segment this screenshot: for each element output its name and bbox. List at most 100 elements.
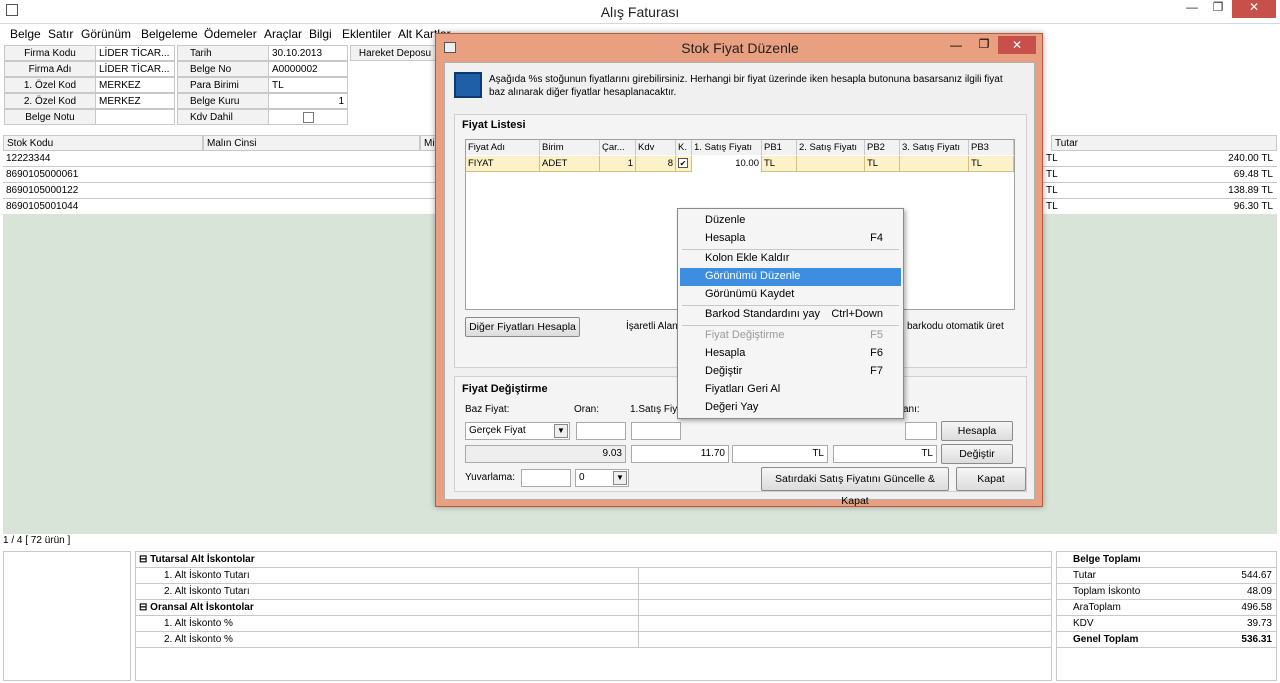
table-row[interactable]: 8690105000122	[3, 183, 440, 199]
col-k[interactable]: K.	[676, 140, 692, 155]
menu-item-degistir[interactable]: Değiştir F7	[680, 363, 901, 381]
menu-item-duzenle[interactable]: Düzenle	[680, 212, 901, 230]
check-icon[interactable]: ✔	[678, 158, 688, 168]
birim-cell[interactable]: ADET	[540, 156, 600, 172]
col-satis1[interactable]: 1. Satış Fiyatı	[692, 140, 762, 155]
satis-fiyati-input[interactable]	[631, 422, 681, 440]
close-button[interactable]: ✕	[1232, 0, 1276, 18]
table-row[interactable]: 8690105001044	[3, 199, 440, 215]
degistir-button[interactable]: Değiştir	[941, 444, 1013, 464]
price-row[interactable]: FIYAT ADET 1 8 ✔ 10.00 TL TL TL	[466, 156, 1014, 172]
menu-satir[interactable]: Satır	[48, 27, 73, 41]
dialog-maximize-button[interactable]: ❐	[972, 37, 996, 51]
col-malin-cinsi[interactable]: Malın Cinsi	[203, 135, 420, 151]
menu-separator	[682, 325, 899, 326]
col-pb1[interactable]: PB1	[762, 140, 797, 155]
collapse-icon[interactable]: ⊟	[139, 554, 150, 565]
table-row[interactable]: 8690105000061	[3, 167, 440, 183]
menu-gorunum[interactable]: Görünüm	[81, 27, 131, 41]
menu-item-fiyatlari-geri-al[interactable]: Fiyatları Geri Al	[680, 381, 901, 399]
oran-input[interactable]	[576, 422, 626, 440]
baz-fiyat-select[interactable]: Gerçek Fiyat ▼	[465, 422, 570, 440]
table-row[interactable]: TL 69.48 TL	[1043, 167, 1277, 183]
carpan-cell[interactable]: 1	[600, 156, 636, 172]
firma-adi-field[interactable]: LİDER TİCAR...	[95, 61, 175, 77]
menu-belgeleme[interactable]: Belgeleme	[141, 27, 198, 41]
menu-item-gorunumu-kaydet[interactable]: Görünümü Kaydet	[680, 286, 901, 304]
tl-field-1[interactable]: TL	[732, 445, 828, 463]
oransal-header[interactable]: ⊟ Oransal Alt İskontolar	[136, 600, 1051, 616]
fiyat-adi-cell[interactable]: FIYAT	[466, 156, 540, 172]
menu-item-hesapla-f6[interactable]: Hesapla F6	[680, 345, 901, 363]
hesapla-button[interactable]: Hesapla	[941, 421, 1013, 441]
pb3-cell[interactable]: TL	[969, 156, 1014, 172]
partial-value-field[interactable]: 11.70	[631, 445, 729, 463]
minimize-button[interactable]: —	[1180, 0, 1204, 18]
ani-input[interactable]	[905, 422, 937, 440]
pb1-cell[interactable]: TL	[762, 156, 797, 172]
satis3-cell[interactable]	[900, 156, 969, 172]
col-pb3[interactable]: PB3	[969, 140, 1014, 155]
firma-kodu-field[interactable]: LİDER TİCAR...	[95, 45, 175, 61]
maximize-button[interactable]: ❐	[1206, 0, 1230, 18]
satis2-cell[interactable]	[797, 156, 865, 172]
col-birim[interactable]: Birim	[540, 140, 600, 155]
kdv-cell[interactable]: 8	[636, 156, 676, 172]
menu-bilgi[interactable]: Bilgi	[309, 27, 332, 41]
kapat-button[interactable]: Kapat	[956, 467, 1026, 491]
tutarsal-header[interactable]: ⊟ Tutarsal Alt İskontolar	[136, 552, 1051, 568]
col-carpan[interactable]: Çar...	[600, 140, 636, 155]
belge-no-field[interactable]: A0000002	[268, 61, 348, 77]
firma-adi-label: Firma Adı	[4, 61, 96, 77]
menu-eklentiler[interactable]: Eklentiler	[342, 27, 391, 41]
list-item[interactable]: 1. Alt İskonto Tutarı	[136, 568, 1051, 584]
ozel-kod1-field[interactable]: MERKEZ	[95, 77, 175, 93]
menu-item-hesapla[interactable]: Hesapla F4	[680, 230, 901, 248]
ozel-kod2-field[interactable]: MERKEZ	[95, 93, 175, 109]
menu-item-kolon-ekle[interactable]: Kolon Ekle Kaldır	[680, 250, 901, 268]
col-tutar[interactable]: Tutar	[1051, 135, 1277, 151]
k-cell[interactable]: ✔	[676, 156, 692, 172]
col-kdv[interactable]: Kdv	[636, 140, 676, 155]
belge-kuru-field[interactable]: 1	[268, 93, 348, 109]
chevron-down-icon[interactable]: ▼	[554, 424, 568, 438]
table-row[interactable]: TL 138.89 TL	[1043, 183, 1277, 199]
diger-fiyatlari-hesapla-button[interactable]: Diğer Fiyatları Hesapla	[465, 317, 580, 337]
divider	[638, 568, 639, 648]
belge-notu-field[interactable]	[95, 109, 175, 125]
para-birimi-field[interactable]: TL	[268, 77, 348, 93]
yuvarlama-value: 0	[579, 472, 585, 483]
menu-item-gorunumu-duzenle[interactable]: Görünümü Düzenle	[680, 268, 901, 286]
pb2-cell[interactable]: TL	[865, 156, 900, 172]
dialog-minimize-button[interactable]: —	[944, 38, 968, 52]
guncelle-kapat-button[interactable]: Satırdaki Satış Fiyatını Güncelle & Kapa…	[761, 467, 949, 507]
col-satis3[interactable]: 3. Satış Fiyatı	[900, 140, 969, 155]
tarih-field[interactable]: 30.10.2013	[268, 45, 348, 61]
table-row[interactable]: TL 96.30 TL	[1043, 199, 1277, 215]
menu-item-barkod-yay[interactable]: Barkod Standardını yay Ctrl+Down	[680, 306, 901, 324]
col-stok-kodu[interactable]: Stok Kodu	[3, 135, 203, 151]
tutar-cell: 240.00 TL	[1228, 153, 1273, 164]
yuvarlama-select[interactable]: 0 ▼	[575, 469, 629, 487]
table-row[interactable]: 12223344	[3, 151, 440, 167]
dialog-close-button[interactable]: ✕	[998, 36, 1036, 54]
kdv-dahil-checkbox[interactable]	[303, 112, 314, 123]
satis1-cell[interactable]: 10.00	[692, 156, 762, 172]
yuvarlama-input[interactable]	[521, 469, 571, 487]
col-fiyat-adi[interactable]: Fiyat Adı	[466, 140, 540, 155]
collapse-icon[interactable]: ⊟	[139, 602, 150, 613]
list-item[interactable]: 2. Alt İskonto %	[136, 632, 1051, 648]
list-item[interactable]: 2. Alt İskonto Tutarı	[136, 584, 1051, 600]
menu-belge[interactable]: Belge	[10, 27, 41, 41]
para-birimi-label: Para Birimi	[177, 77, 269, 93]
col-pb2[interactable]: PB2	[865, 140, 900, 155]
menu-item-degeri-yay[interactable]: Değeri Yay	[680, 399, 901, 417]
menu-araclar[interactable]: Araçlar	[264, 27, 302, 41]
menu-item-shortcut: Ctrl+Down	[831, 308, 883, 320]
menu-odemeler[interactable]: Ödemeler	[204, 27, 257, 41]
chevron-down-icon[interactable]: ▼	[613, 471, 627, 485]
table-row[interactable]: TL 240.00 TL	[1043, 151, 1277, 167]
col-satis2[interactable]: 2. Satış Fiyatı	[797, 140, 865, 155]
list-item[interactable]: 1. Alt İskonto %	[136, 616, 1051, 632]
tl-field-2[interactable]: TL	[833, 445, 937, 463]
